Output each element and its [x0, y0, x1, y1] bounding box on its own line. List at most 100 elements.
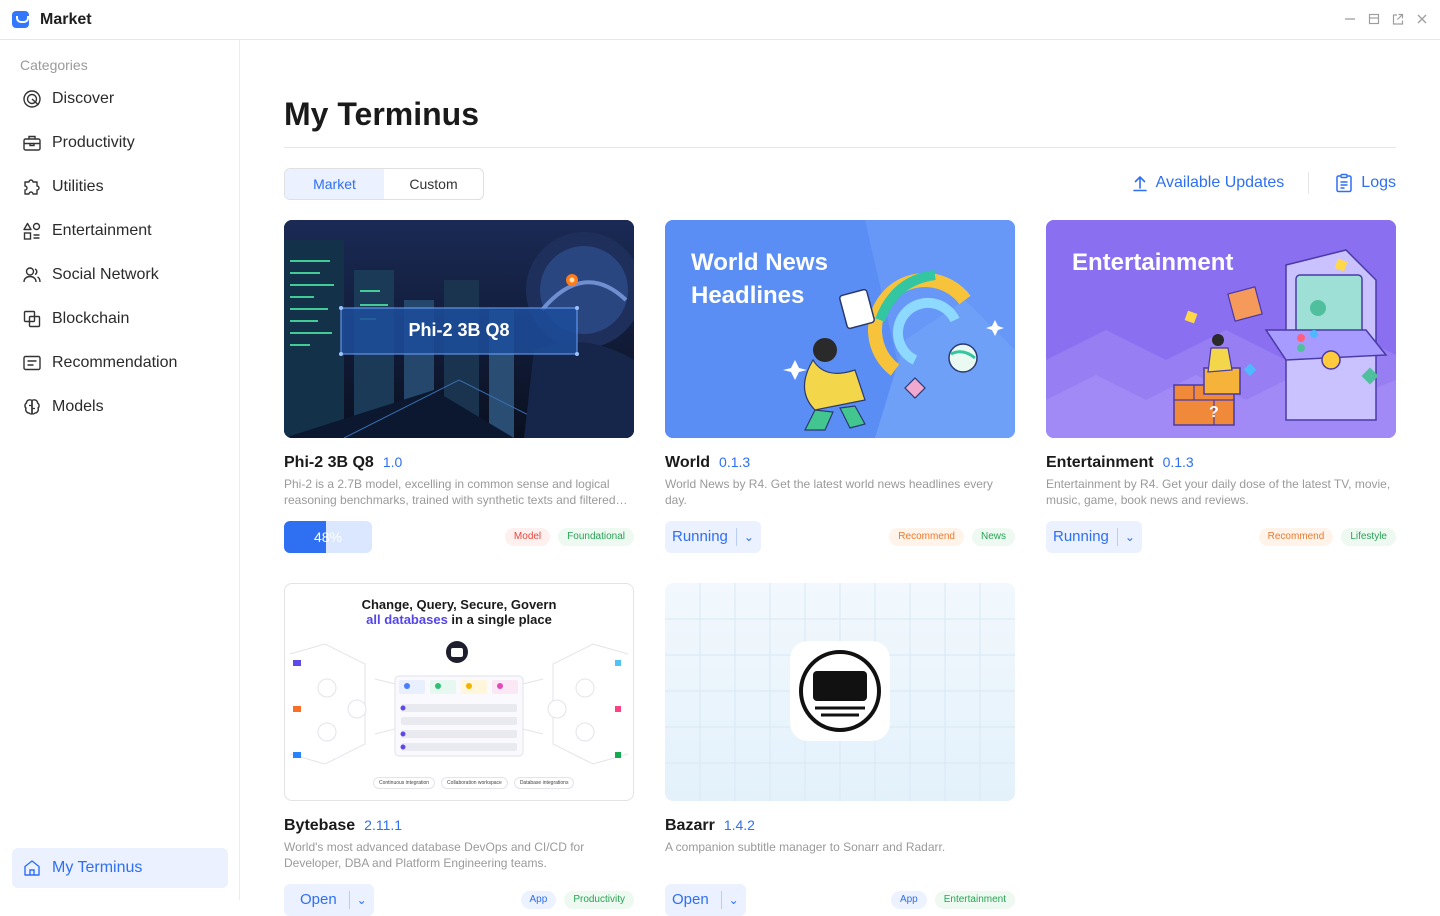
sidebar-item-entertainment[interactable]: Entertainment	[12, 209, 228, 253]
category-list: Discover Productivity Utilities Entertai…	[12, 77, 228, 429]
chevron-down-icon[interactable]: ⌄	[737, 530, 761, 544]
sidebar-item-discover[interactable]: Discover	[12, 77, 228, 121]
app-description: World News by R4. Get the latest world n…	[665, 477, 993, 507]
app-tags: Model Foundational	[504, 528, 634, 546]
clipboard-icon	[1336, 173, 1353, 193]
app-tags: Recommend Lifestyle	[1258, 528, 1396, 546]
discover-icon	[23, 90, 41, 108]
tab-custom[interactable]: Custom	[384, 169, 483, 199]
app-version: 0.1.3	[1162, 454, 1194, 470]
thumbnail-title: Phi-2 3B Q8	[408, 320, 510, 340]
app-tags: App Entertainment	[890, 891, 1015, 909]
logs-button[interactable]: Logs	[1335, 173, 1396, 193]
app-version: 2.11.1	[364, 817, 403, 833]
app-description: World's most advanced database DevOps an…	[284, 840, 585, 870]
thumbnail-title: Entertainment	[1072, 249, 1234, 276]
blockchain-icon	[23, 310, 41, 328]
app-thumbnail[interactable]	[665, 583, 1015, 801]
app-card-bazarr[interactable]: Bazarr 1.4.2 A companion subtitle manage…	[665, 583, 1015, 916]
app-card-world[interactable]: World News Headlines World 0.1.3 World N…	[665, 220, 1015, 553]
source-tabs: Market Custom	[284, 168, 484, 200]
app-card-phi-2[interactable]: Phi-2 3B Q8 Phi-2 3B Q8 1.0 Phi-2 is a 2…	[284, 220, 634, 553]
feature-chip: Database integrations	[513, 777, 575, 789]
sidebar-item-label: Recommendation	[52, 354, 178, 371]
sidebar-item-social-network[interactable]: Social Network	[12, 253, 228, 297]
brain-icon	[24, 399, 40, 415]
svg-text:?: ?	[1209, 404, 1219, 421]
app-description: Phi-2 is a 2.7B model, excelling in comm…	[284, 477, 616, 507]
thumbnail-title-line-2: Headlines	[691, 282, 805, 309]
minimize-icon[interactable]	[1344, 12, 1356, 26]
app-tags: Recommend News	[889, 528, 1015, 546]
tag: App	[520, 891, 557, 909]
thumbnail-title-line-1: World News	[691, 249, 828, 276]
market-logo-icon	[12, 11, 29, 28]
install-progress: 48%	[284, 521, 372, 553]
app-thumbnail[interactable]: Phi-2 3B Q8	[284, 220, 634, 438]
divider	[284, 147, 1396, 148]
tag: Productivity	[564, 891, 634, 909]
recommendation-icon	[23, 355, 41, 371]
app-version: 1.4.2	[723, 817, 755, 833]
chevron-down-icon[interactable]: ⌄	[350, 893, 374, 907]
logs-label: Logs	[1361, 174, 1396, 191]
window-controls	[1344, 12, 1428, 26]
sidebar-item-my-terminus[interactable]: My Terminus	[12, 848, 228, 888]
available-updates-button[interactable]: Available Updates	[1132, 174, 1285, 192]
available-updates-label: Available Updates	[1155, 174, 1285, 191]
popout-icon[interactable]	[1392, 12, 1404, 26]
bytebase-diagram	[289, 641, 629, 765]
app-version: 0.1.3	[719, 454, 751, 470]
app-name: Phi-2 3B Q8	[284, 454, 374, 471]
sidebar-item-utilities[interactable]: Utilities	[12, 165, 228, 209]
sidebar-item-productivity[interactable]: Productivity	[12, 121, 228, 165]
sidebar-item-recommendation[interactable]: Recommendation	[12, 341, 228, 385]
tag: Entertainment	[934, 891, 1015, 909]
tag: Recommend	[889, 528, 964, 546]
divider	[1308, 172, 1310, 194]
sidebar-item-label: Models	[52, 398, 104, 415]
people-icon	[23, 267, 41, 283]
shapes-icon	[23, 222, 41, 240]
restore-icon[interactable]	[1368, 12, 1380, 26]
app-thumbnail[interactable]: ? Entertainment	[1046, 220, 1396, 438]
sidebar-item-models[interactable]: Models	[12, 385, 228, 429]
app-thumbnail[interactable]: World News Headlines	[665, 220, 1015, 438]
bazarr-artwork	[665, 583, 1015, 801]
app-description: A companion subtitle manager to Sonarr a…	[665, 840, 946, 854]
tag: News	[971, 528, 1015, 546]
app-name: Entertainment	[1046, 454, 1154, 471]
chevron-down-icon[interactable]: ⌄	[1118, 530, 1142, 544]
sidebar-item-label: My Terminus	[52, 859, 143, 876]
tab-market[interactable]: Market	[285, 169, 384, 199]
feature-chip: Continuous integration	[373, 777, 436, 789]
app-card-entertainment[interactable]: ? Entertainment Entertainment 0.1.3 Ente…	[1046, 220, 1396, 553]
app-status-button[interactable]: Running ⌄	[665, 521, 761, 553]
tag: App	[890, 891, 927, 909]
progress-text: 48%	[313, 529, 343, 545]
page-title: My Terminus	[284, 96, 479, 132]
briefcase-icon	[23, 135, 41, 151]
app-open-button[interactable]: Open ⌄	[284, 884, 374, 916]
title-bar: Market	[0, 0, 1440, 40]
chevron-down-icon[interactable]: ⌄	[722, 893, 746, 907]
app-open-button[interactable]: Open ⌄	[665, 884, 746, 916]
sidebar-item-blockchain[interactable]: Blockchain	[12, 297, 228, 341]
sidebar-heading: Categories	[20, 57, 88, 73]
app-thumbnail[interactable]: Change, Query, Secure, Govern all databa…	[284, 583, 634, 801]
sidebar-item-label: Entertainment	[52, 222, 152, 239]
status-label: Running	[1046, 528, 1118, 546]
app-card-bytebase[interactable]: Change, Query, Secure, Govern all databa…	[284, 583, 634, 916]
close-icon[interactable]	[1416, 12, 1428, 26]
tag: Model	[504, 528, 551, 546]
app-status-button[interactable]: Running ⌄	[1046, 521, 1142, 553]
upload-icon	[1132, 176, 1147, 192]
tag: Recommend	[1258, 528, 1334, 546]
sidebar-item-label: Social Network	[52, 266, 159, 283]
window-title: Market	[40, 11, 92, 28]
tag: Lifestyle	[1341, 528, 1396, 546]
app-name: Bazarr	[665, 817, 715, 834]
app-tags: App Productivity	[520, 891, 634, 909]
sidebar-item-label: Blockchain	[52, 310, 130, 327]
sidebar: Categories Discover Productivity Utiliti…	[0, 40, 240, 900]
